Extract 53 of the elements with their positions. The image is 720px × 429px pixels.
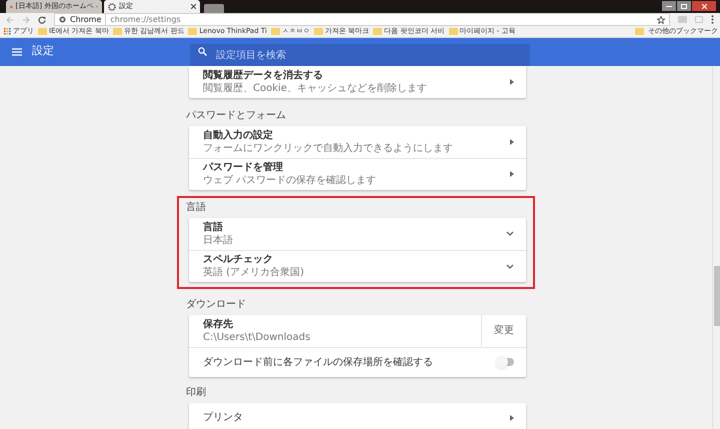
chrome-icon (59, 16, 66, 23)
setting-title: 自動入力の設定 (203, 128, 274, 142)
address-bar[interactable]: Chrome chrome://settings (54, 13, 670, 26)
folder-icon (635, 26, 644, 36)
search-icon (198, 46, 207, 56)
url-text: chrome://settings (110, 14, 182, 26)
close-icon (702, 4, 706, 8)
expand-icon[interactable] (506, 264, 514, 268)
setting-description: C:\Users\t\Downloads (203, 330, 312, 344)
site-icon (10, 2, 13, 10)
arrow-icon[interactable] (510, 78, 514, 84)
page-title: 設定 (32, 43, 54, 60)
folder-icon (448, 26, 458, 36)
folder-icon (112, 26, 122, 36)
arrow-icon[interactable] (510, 138, 514, 144)
arrow-icon[interactable] (510, 414, 514, 420)
expand-icon[interactable] (506, 231, 514, 236)
setting-title: 保存先 (203, 318, 234, 330)
gear-icon (108, 2, 116, 10)
setting-description: 閲覧履歴、Cookie、キャッシュなどを削除します (203, 82, 428, 94)
close-button[interactable] (692, 1, 716, 11)
setting-description: 英語 (アメリカ合衆国) (203, 266, 305, 279)
folder-icon (314, 26, 323, 36)
setting-title: 言語 (203, 220, 224, 234)
folder-icon (188, 26, 198, 36)
section-heading: パスワードとフォーム (186, 109, 287, 123)
setting-title: プリンタ (203, 411, 244, 424)
menu-icon[interactable] (12, 48, 22, 56)
menu-icon[interactable] (711, 15, 714, 24)
close-icon[interactable] (191, 4, 196, 9)
section-heading: ダウンロード (186, 298, 247, 312)
arrow-icon[interactable] (510, 171, 514, 177)
change-button[interactable]: 変更 (494, 323, 514, 338)
setting-description: 日本語 (203, 234, 234, 246)
section-heading: 言語 (186, 200, 207, 215)
maximize-button[interactable] (677, 1, 691, 11)
scrollbar[interactable] (712, 66, 720, 429)
apps-icon (4, 28, 11, 35)
folder-icon (270, 26, 280, 36)
setting-title: パスワードを管理 (203, 161, 284, 174)
setting-title: ダウンロード前に各ファイルの保存場所を確認する (203, 356, 434, 368)
reload-icon[interactable] (38, 16, 46, 24)
folder-icon (38, 26, 47, 36)
minimize-button[interactable] (662, 1, 676, 11)
search-field[interactable]: 設定項目を検索 (190, 44, 530, 66)
setting-description: フォームにワンクリックで自動入力できるようにします (203, 142, 454, 154)
setting-description: ウェブ パスワードの保存を確認します (203, 174, 378, 187)
setting-title: スペルチェック (203, 253, 274, 266)
section-heading: 印刷 (186, 386, 207, 400)
folder-icon (373, 26, 382, 36)
star-icon[interactable] (657, 16, 665, 24)
toggle-switch[interactable] (498, 358, 514, 366)
setting-title: 閲覧履歴データを消去する (203, 68, 324, 82)
